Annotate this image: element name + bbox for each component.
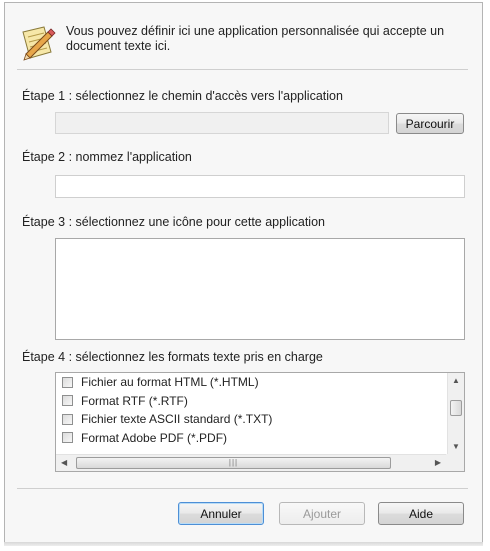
header-separator <box>17 69 468 70</box>
scroll-left-icon[interactable]: ◀ <box>61 458 67 468</box>
horizontal-scroll-thumb[interactable]: ||| <box>76 457 391 469</box>
scrollbar-corner <box>446 454 464 471</box>
application-name-field[interactable] <box>55 175 465 198</box>
step3-label: Étape 3 : sélectionnez une icône pour ce… <box>22 215 325 229</box>
format-label: Fichier au format HTML (*.HTML) <box>81 375 259 390</box>
format-label: Format RTF (*.RTF) <box>81 393 188 408</box>
format-item-txt[interactable]: Fichier texte ASCII standard (*.TXT) <box>56 410 446 429</box>
cancel-button[interactable]: Annuler <box>178 502 264 525</box>
vertical-scrollbar[interactable]: ▲ ▼ <box>447 373 464 454</box>
format-checkbox[interactable] <box>62 395 73 407</box>
scroll-up-icon[interactable]: ▲ <box>452 376 460 386</box>
format-item-rtf[interactable]: Format RTF (*.RTF) <box>56 392 446 411</box>
formats-listbox[interactable]: Fichier au format HTML (*.HTML) Format R… <box>55 372 465 472</box>
step1-label: Étape 1 : sélectionnez le chemin d'accès… <box>22 89 343 103</box>
vertical-scroll-thumb[interactable] <box>450 400 462 416</box>
dialog-shadow <box>4 542 483 546</box>
intro-text: Vous pouvez définir ici une application … <box>66 24 445 53</box>
format-label: Format Adobe PDF (*.PDF) <box>81 430 228 445</box>
format-checkbox[interactable] <box>62 376 73 388</box>
horizontal-scrollbar[interactable]: ◀ ||| ▶ <box>56 454 446 471</box>
application-path-field[interactable] <box>55 112 389 134</box>
step4-label: Étape 4 : sélectionnez les formats texte… <box>22 350 323 364</box>
help-button[interactable]: Aide <box>378 502 464 525</box>
scroll-right-icon[interactable]: ▶ <box>435 458 441 468</box>
footer-separator <box>17 488 468 489</box>
format-checkbox[interactable] <box>62 432 73 444</box>
browse-button[interactable]: Parcourir <box>396 113 464 134</box>
scroll-down-icon[interactable]: ▼ <box>452 442 460 452</box>
format-item-html[interactable]: Fichier au format HTML (*.HTML) <box>56 373 446 392</box>
icon-selection-box[interactable] <box>55 238 465 340</box>
format-item-pdf[interactable]: Format Adobe PDF (*.PDF) <box>56 429 446 448</box>
step2-label: Étape 2 : nommez l'application <box>22 150 192 164</box>
notepad-pencil-icon <box>22 26 56 61</box>
formats-list: Fichier au format HTML (*.HTML) Format R… <box>56 373 446 454</box>
format-checkbox[interactable] <box>62 413 73 425</box>
add-button[interactable]: Ajouter <box>279 502 365 525</box>
scroll-grip-icon: ||| <box>228 458 239 467</box>
format-label: Fichier texte ASCII standard (*.TXT) <box>81 412 273 427</box>
